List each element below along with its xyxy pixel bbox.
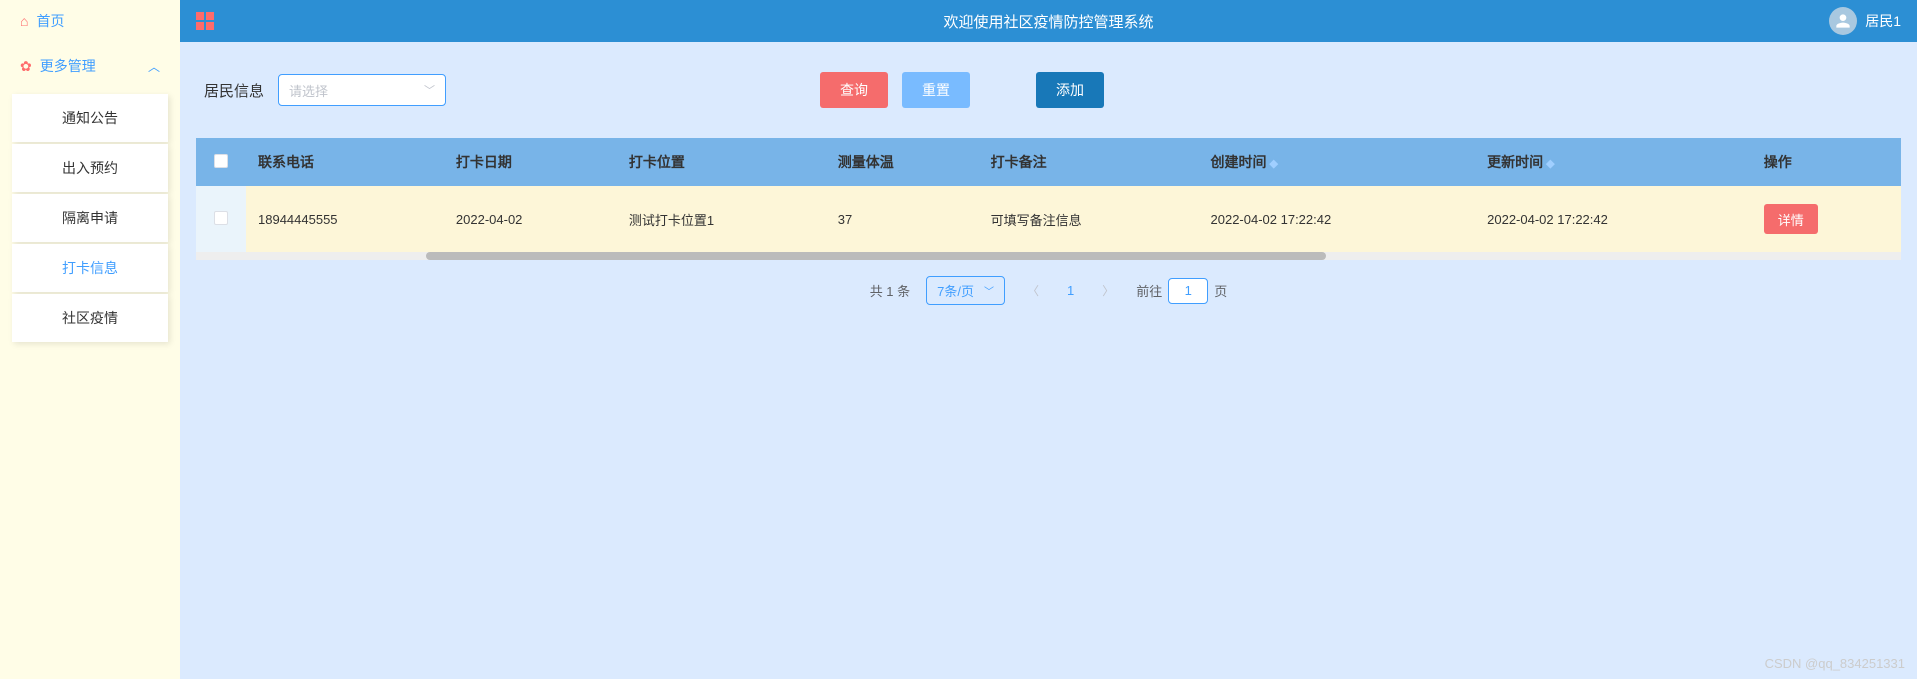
chevron-down-icon: ﹀ (424, 82, 435, 98)
cell-date: 2022-04-02 (444, 186, 617, 252)
col-created[interactable]: 创建时间◆ (1199, 138, 1476, 186)
row-checkbox[interactable] (214, 211, 228, 225)
avatar (1829, 7, 1857, 35)
col-location: 打卡位置 (617, 138, 826, 186)
next-page[interactable]: 〉 (1096, 282, 1120, 299)
page-size-select[interactable]: 7条/页 ﹀ (926, 276, 1005, 305)
sort-icon: ◆ (1546, 158, 1554, 170)
topbar: 欢迎使用社区疫情防控管理系统 居民1 (180, 0, 1917, 42)
sidebar-item-community[interactable]: 社区疫情 (12, 294, 168, 342)
sidebar: ⌂ 首页 ✿ 更多管理 ︿ 通知公告 出入预约 隔离申请 打卡信息 社区疫情 (0, 0, 180, 679)
sidebar-item-notice[interactable]: 通知公告 (12, 94, 168, 142)
watermark: CSDN @qq_834251331 (1765, 656, 1905, 671)
page-number[interactable]: 1 (1061, 283, 1080, 298)
cell-temp: 37 (826, 186, 979, 252)
filter-row: 居民信息 请选择 ﹀ 查询 重置 添加 (196, 72, 1901, 138)
col-date: 打卡日期 (444, 138, 617, 186)
table-row: 18944445555 2022-04-02 测试打卡位置1 37 可填写备注信… (196, 186, 1901, 252)
username: 居民1 (1865, 11, 1901, 31)
grid-menu-icon[interactable] (196, 12, 214, 30)
filter-label: 居民信息 (204, 80, 264, 101)
col-remark: 打卡备注 (979, 138, 1199, 186)
scrollbar-thumb[interactable] (426, 252, 1326, 260)
goto-suffix: 页 (1214, 281, 1227, 300)
cell-location: 测试打卡位置1 (617, 186, 826, 252)
data-table: 联系电话 打卡日期 打卡位置 测量体温 打卡备注 创建时间◆ 更新时间◆ 操作 … (196, 138, 1901, 252)
col-phone: 联系电话 (246, 138, 444, 186)
goto-prefix: 前往 (1136, 281, 1162, 300)
resident-select[interactable]: 请选择 ﹀ (278, 74, 446, 106)
gear-icon: ✿ (20, 58, 32, 75)
sidebar-item-quarantine[interactable]: 隔离申请 (12, 194, 168, 242)
cell-created: 2022-04-02 17:22:42 (1199, 186, 1476, 252)
sidebar-home-label: 首页 (36, 11, 64, 31)
add-button[interactable]: 添加 (1036, 72, 1104, 108)
cell-remark: 可填写备注信息 (979, 186, 1199, 252)
home-icon: ⌂ (20, 13, 28, 29)
goto-input[interactable] (1168, 278, 1208, 304)
chevron-up-icon: ︿ (148, 58, 160, 75)
sidebar-item-access[interactable]: 出入预约 (12, 144, 168, 192)
sidebar-more-label: 更多管理 (40, 56, 96, 76)
cell-phone: 18944445555 (246, 186, 444, 252)
pagination: 共 1 条 7条/页 ﹀ 〈 1 〉 前往 页 (196, 260, 1901, 321)
chevron-down-icon: ﹀ (984, 283, 994, 298)
select-placeholder: 请选择 (289, 81, 328, 100)
user-menu[interactable]: 居民1 (1829, 7, 1901, 35)
search-button[interactable]: 查询 (820, 72, 888, 108)
total-count: 共 1 条 (870, 281, 910, 300)
col-action: 操作 (1752, 138, 1901, 186)
sidebar-item-checkin[interactable]: 打卡信息 (12, 244, 168, 292)
horizontal-scrollbar[interactable] (196, 252, 1901, 260)
sidebar-home[interactable]: ⌂ 首页 (0, 0, 180, 42)
reset-button[interactable]: 重置 (902, 72, 970, 108)
sort-icon: ◆ (1270, 158, 1278, 170)
sidebar-more[interactable]: ✿ 更多管理 ︿ (0, 42, 180, 90)
prev-page[interactable]: 〈 (1021, 282, 1045, 299)
select-all-checkbox[interactable] (214, 154, 228, 168)
col-updated[interactable]: 更新时间◆ (1475, 138, 1752, 186)
col-temp: 测量体温 (826, 138, 979, 186)
cell-updated: 2022-04-02 17:22:42 (1475, 186, 1752, 252)
detail-button[interactable]: 详情 (1764, 204, 1818, 234)
page-title: 欢迎使用社区疫情防控管理系统 (943, 11, 1153, 32)
